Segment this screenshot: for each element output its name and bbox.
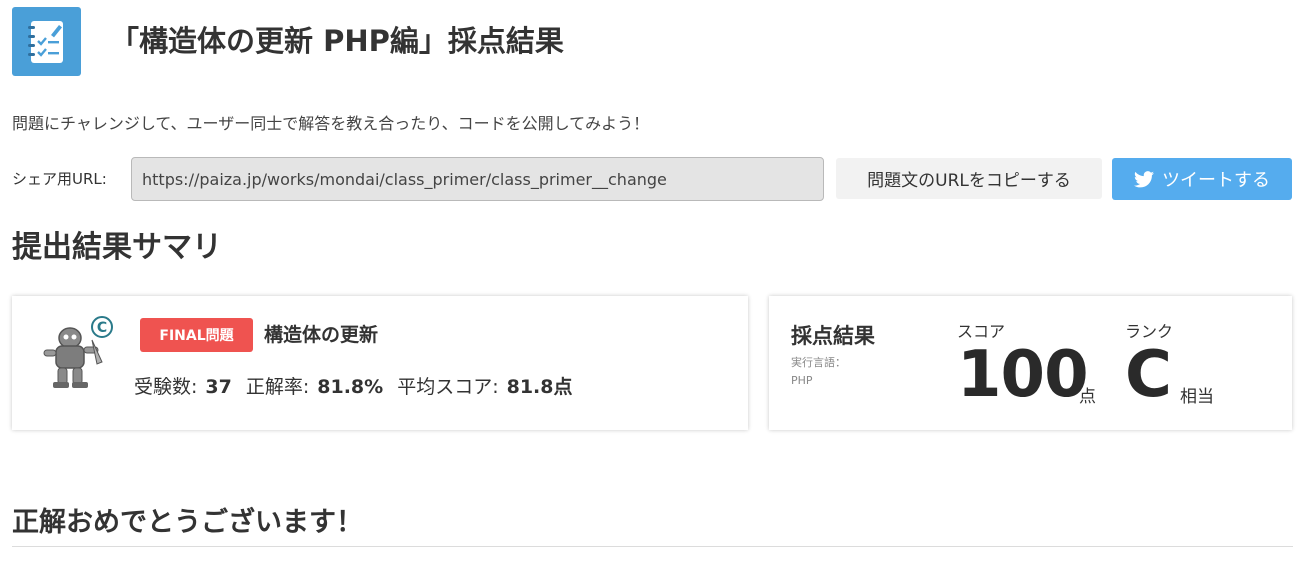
- page-description: 問題にチャレンジして、ユーザー同士で解答を教え合ったり、コードを公開してみよう！: [12, 114, 650, 133]
- language-label: 実行言語：: [791, 356, 846, 369]
- rank-suffix: 相当: [1180, 387, 1214, 407]
- language-value: PHP: [791, 374, 813, 387]
- score-unit: 点: [1079, 387, 1096, 407]
- tweet-button-label: ツイートする: [1162, 170, 1270, 191]
- accuracy-label: 正解率:: [245, 376, 310, 398]
- score-heading: 採点結果: [791, 324, 875, 348]
- mascot-letter: C: [97, 320, 107, 336]
- accuracy-value: 81.8%: [317, 376, 384, 398]
- share-url-field[interactable]: [131, 157, 824, 201]
- rank-value: C: [1125, 338, 1172, 412]
- congrats-heading: 正解おめでとうございます！: [12, 507, 363, 538]
- final-badge: FINAL問題: [140, 318, 253, 352]
- share-url-label: シェア用URL:: [12, 170, 107, 188]
- divider: [12, 546, 1293, 547]
- checklist-notebook-icon: [27, 20, 63, 63]
- page-title: 「構造体の更新 PHP編」採点結果: [110, 24, 564, 58]
- examinees-label: 受験数:: [134, 376, 198, 398]
- summary-title: 提出結果サマリ: [12, 230, 222, 265]
- problem-stats: 受験数: 37 正解率: 81.8% 平均スコア: 81.8点: [134, 372, 586, 399]
- header-icon: [12, 7, 81, 76]
- score-card: 採点結果 実行言語： PHP スコア 100 点 ランク C 相当: [769, 296, 1292, 430]
- copy-url-button[interactable]: 問題文のURLをコピーする: [836, 158, 1102, 199]
- examinees-value: 37: [205, 376, 232, 398]
- average-score-label: 平均スコア:: [397, 376, 499, 398]
- problem-card: C FINAL問題 構造体の更新 受験数: 37 正解率: 81.8% 平均スコア: 81…: [12, 296, 748, 430]
- twitter-bird-icon: [1134, 170, 1154, 187]
- problem-name: 構造体の更新: [264, 324, 379, 346]
- score-value: 100: [957, 338, 1089, 412]
- average-score-value: 81.8点: [506, 376, 573, 398]
- robot-mascot-icon: C: [36, 314, 116, 396]
- tweet-button[interactable]: ツイートする: [1112, 158, 1292, 200]
